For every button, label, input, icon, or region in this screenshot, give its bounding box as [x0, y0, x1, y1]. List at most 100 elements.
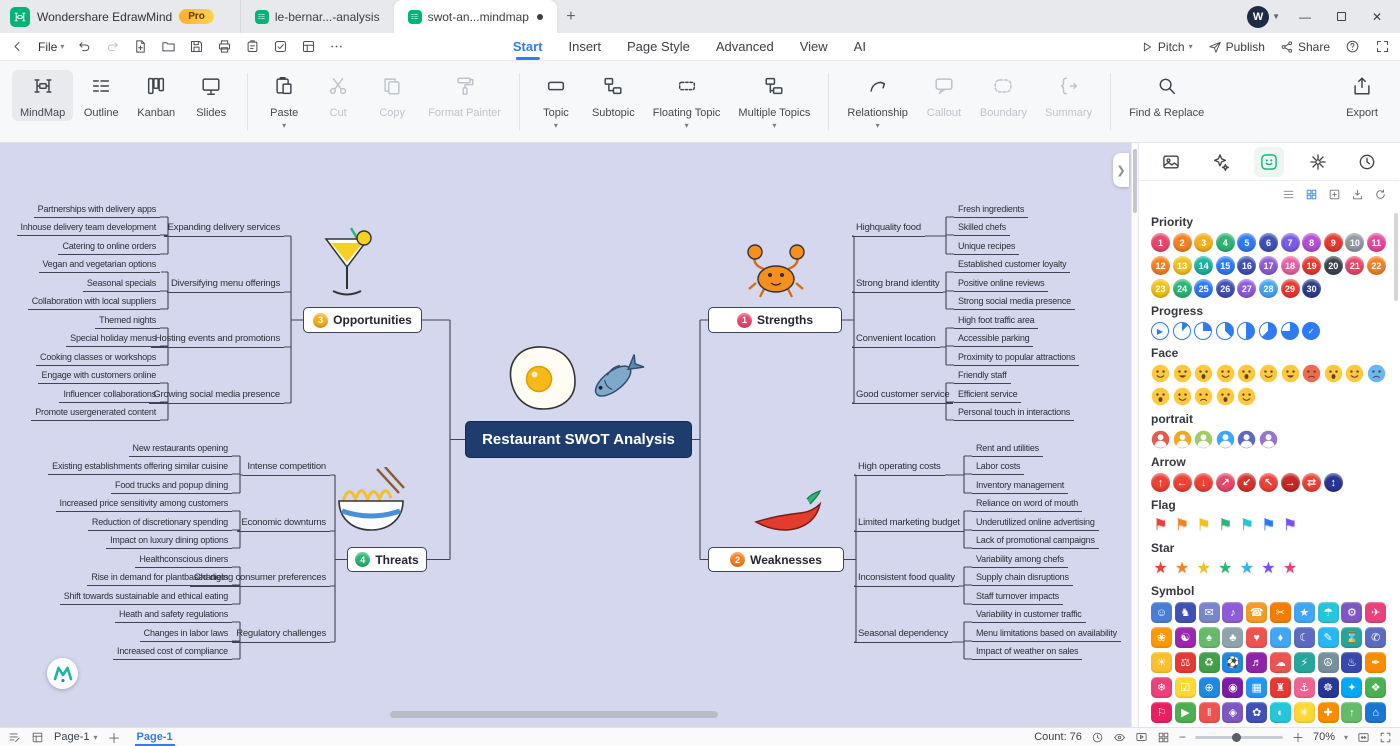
symbol-sticker[interactable]: ↑ [1341, 702, 1363, 723]
leaf-topic[interactable]: Impact on luxury dining options [106, 533, 232, 550]
more-tools-icon[interactable] [329, 39, 344, 54]
minimize-button[interactable]: — [1294, 10, 1316, 24]
face-sticker[interactable] [1216, 387, 1235, 406]
portrait-sticker[interactable] [1173, 430, 1192, 449]
leaf-topic[interactable]: Efficient service [954, 387, 1022, 403]
face-sticker[interactable] [1194, 364, 1213, 383]
leaf-topic[interactable]: Themed nights [95, 313, 160, 329]
arrow-sticker[interactable]: ↖ [1258, 473, 1278, 492]
leaf-topic[interactable]: Engage with customers online [37, 368, 160, 385]
star-sticker[interactable]: ★ [1194, 559, 1213, 578]
find-replace-button[interactable]: Find & Replace [1121, 70, 1212, 121]
symbol-sticker[interactable]: ★ [1293, 602, 1315, 623]
help-icon[interactable] [1345, 39, 1360, 54]
subtopic[interactable]: Expanding delivery services [163, 220, 284, 238]
page-panel-icon[interactable] [31, 731, 44, 744]
subtopic-button[interactable]: Subtopic [584, 70, 643, 121]
symbol-sticker[interactable]: ♨ [1341, 652, 1363, 673]
leaf-topic[interactable]: Shift towards sustainable and ethical ea… [59, 589, 232, 605]
flag-sticker[interactable]: ⚑ [1259, 516, 1278, 535]
paste-button[interactable]: Paste ▾ [258, 70, 310, 132]
priority-sticker-9[interactable]: 9 [1323, 233, 1343, 252]
symbol-sticker[interactable]: ◈ [1222, 702, 1244, 723]
leaf-topic[interactable]: Food trucks and popup dining [111, 478, 232, 494]
leaf-topic[interactable]: High foot traffic area [954, 313, 1039, 329]
leaf-topic[interactable]: Special holiday menus [66, 331, 160, 348]
priority-sticker-12[interactable]: 12 [1151, 256, 1170, 275]
arrow-sticker[interactable]: ↙ [1237, 473, 1257, 492]
leaf-topic[interactable]: Rise in demand for plantbased diets [87, 570, 232, 587]
arrow-sticker[interactable]: ↗ [1215, 473, 1235, 492]
priority-sticker-16[interactable]: 16 [1237, 256, 1257, 275]
subtopic[interactable]: Growing social media presence [149, 387, 284, 404]
subtopic[interactable]: Regulatory challenges [232, 626, 330, 643]
priority-sticker-10[interactable]: 10 [1345, 233, 1365, 252]
leaf-topic[interactable]: Staff turnover impacts [972, 589, 1063, 605]
leaf-topic[interactable]: Inhouse delivery team development [16, 220, 160, 237]
progress-sticker[interactable] [1194, 322, 1213, 340]
recent-tab-icon[interactable] [1352, 147, 1382, 177]
symbol-sticker[interactable]: ♻ [1198, 652, 1220, 673]
symbol-sticker[interactable]: ☀ [1151, 652, 1172, 673]
face-sticker[interactable] [1151, 364, 1170, 383]
leaf-topic[interactable]: Changes in labor laws [139, 626, 232, 642]
publish-button[interactable]: Publish [1208, 40, 1265, 54]
leaf-topic[interactable]: Variability in customer traffic [972, 607, 1086, 624]
priority-sticker-24[interactable]: 24 [1172, 279, 1192, 298]
leaf-topic[interactable]: Influencer collaborations [59, 387, 160, 403]
leaf-topic[interactable]: Menu limitations based on availability [972, 626, 1121, 642]
tab-ai[interactable]: AI [854, 33, 866, 60]
priority-sticker-2[interactable]: 2 [1172, 233, 1192, 252]
symbol-sticker[interactable]: ⌂ [1365, 702, 1387, 723]
priority-sticker-23[interactable]: 23 [1151, 279, 1170, 298]
symbol-sticker[interactable]: ✂ [1269, 602, 1291, 623]
zoom-in-button[interactable]: ＋ [1292, 729, 1304, 746]
symbol-sticker[interactable]: ✉ [1198, 602, 1220, 623]
redo-icon[interactable] [105, 39, 120, 54]
leaf-topic[interactable]: Variability among chefs [972, 552, 1068, 568]
leaf-topic[interactable]: Personal touch in interactions [954, 405, 1075, 421]
floating-topic-button[interactable]: Floating Topic ▾ [645, 70, 729, 132]
symbol-sticker[interactable]: ♠ [1198, 627, 1220, 648]
subtopic[interactable]: Diversifying menu offerings [166, 276, 284, 293]
symbol-sticker[interactable]: ☸ [1317, 677, 1339, 698]
subtopic[interactable]: Convenient location [852, 331, 940, 349]
subtopic[interactable]: Hosting events and promotions [150, 331, 284, 349]
face-sticker[interactable] [1173, 387, 1192, 406]
progress-sticker[interactable] [1237, 322, 1256, 340]
priority-sticker-4[interactable]: 4 [1215, 233, 1235, 252]
back-icon[interactable] [10, 39, 25, 54]
priority-sticker-21[interactable]: 21 [1345, 256, 1365, 275]
main-topic-weaknesses[interactable]: 2 Weaknesses [708, 547, 844, 572]
subtopic[interactable]: Good customer service [852, 387, 954, 404]
symbol-sticker[interactable]: ❖ [1365, 677, 1387, 698]
face-sticker[interactable] [1237, 364, 1256, 383]
grid-view-icon[interactable] [1157, 731, 1170, 744]
face-sticker[interactable] [1281, 364, 1300, 383]
priority-sticker-3[interactable]: 3 [1194, 233, 1214, 252]
leaf-topic[interactable]: Unique recipes [954, 239, 1020, 255]
fish-image[interactable] [583, 343, 649, 412]
symbol-sticker[interactable]: ◉ [1222, 677, 1244, 698]
leaf-topic[interactable]: Rent and utilities [972, 441, 1043, 457]
timer-icon[interactable] [1091, 731, 1104, 744]
symbol-sticker[interactable]: ⚖ [1174, 652, 1196, 673]
main-topic-opportunities[interactable]: 3 Opportunities [303, 307, 422, 333]
fullscreen-icon[interactable] [1379, 731, 1392, 744]
priority-sticker-30[interactable]: 30 [1302, 279, 1322, 298]
portrait-sticker[interactable] [1237, 430, 1256, 449]
priority-sticker-18[interactable]: 18 [1280, 256, 1300, 275]
open-folder-icon[interactable] [161, 39, 176, 54]
slideshow-icon[interactable] [1135, 731, 1148, 744]
priority-sticker-13[interactable]: 13 [1172, 256, 1192, 275]
leaf-topic[interactable]: Strong social media presence [954, 294, 1075, 311]
task-icon[interactable] [273, 39, 288, 54]
symbol-sticker[interactable]: ⊕ [1198, 677, 1220, 698]
portrait-sticker[interactable] [1194, 430, 1213, 449]
cocktail-image[interactable] [318, 225, 376, 310]
face-sticker[interactable] [1173, 364, 1192, 383]
progress-sticker[interactable]: ✓ [1302, 322, 1321, 340]
export-button[interactable]: Export [1336, 70, 1388, 121]
leaf-topic[interactable]: Friendly staff [954, 368, 1011, 385]
leaf-topic[interactable]: Cooking classes or workshops [36, 350, 160, 366]
